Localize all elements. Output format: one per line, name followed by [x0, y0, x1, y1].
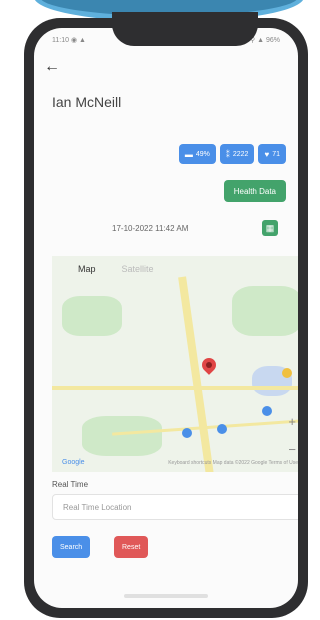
phone-notch	[112, 12, 258, 46]
steps-badge[interactable]: ⁑ 2222	[219, 144, 255, 164]
calendar-icon[interactable]: ▦	[262, 220, 278, 236]
map-poi-icon[interactable]	[262, 406, 272, 416]
page-title: Ian McNeill	[52, 94, 122, 110]
map-road	[52, 386, 298, 390]
map-park	[82, 416, 162, 456]
map-park	[62, 296, 122, 336]
map-park	[232, 286, 298, 336]
battery-badge[interactable]: ▬ 49%	[178, 144, 216, 164]
datetime-value[interactable]: 17-10-2022 11:42 AM	[112, 224, 188, 233]
reset-button[interactable]: Reset	[114, 536, 149, 558]
app-screen: 11:10 ◉ ▲ ⚲ ▲ 96% ← Ian McNeill ▬ 49% ⁑ …	[34, 28, 298, 608]
map-poi-icon[interactable]	[217, 424, 227, 434]
search-button[interactable]: Search	[52, 536, 91, 558]
map-view[interactable]: Map Satellite + − Google Keyboard shortc…	[52, 256, 298, 472]
phone-frame: 11:10 ◉ ▲ ⚲ ▲ 96% ← Ian McNeill ▬ 49% ⁑ …	[24, 12, 308, 618]
zoom-out-button[interactable]: −	[288, 442, 296, 457]
battery-icon: ▬	[184, 149, 193, 159]
real-time-location-field[interactable]: Real Time Location	[52, 494, 298, 520]
arrow-left-icon[interactable]: ←	[44, 58, 60, 76]
map-poi-icon[interactable]	[182, 428, 192, 438]
status-right: ⚲ ▲ 96%	[250, 37, 280, 44]
steps-value: 2222	[232, 150, 249, 158]
heart-rate-value: 71	[272, 150, 280, 158]
map-poi-icon[interactable]	[282, 368, 292, 378]
map-type-tabs: Map Satellite	[52, 256, 298, 282]
heart-icon: ♥	[264, 149, 270, 159]
tab-map[interactable]: Map	[78, 264, 96, 274]
real-time-label: Real Time	[52, 480, 89, 489]
device-stats: ▬ 49% ⁑ 2222 ♥ 71	[178, 144, 286, 164]
footprints-icon: ⁑	[225, 149, 230, 159]
google-logo: Google	[62, 459, 85, 466]
heart-rate-badge[interactable]: ♥ 71	[258, 144, 286, 164]
zoom-in-button[interactable]: +	[288, 414, 296, 429]
map-attribution[interactable]: Keyboard shortcuts Map data ©2022 Google…	[168, 460, 298, 466]
health-data-button[interactable]: Health Data	[223, 180, 286, 202]
battery-value: 49%	[195, 150, 210, 158]
home-indicator	[124, 594, 208, 598]
status-left: 11:10 ◉ ▲	[52, 37, 86, 44]
location-pin-icon[interactable]	[199, 355, 219, 375]
tab-satellite[interactable]: Satellite	[122, 264, 154, 274]
